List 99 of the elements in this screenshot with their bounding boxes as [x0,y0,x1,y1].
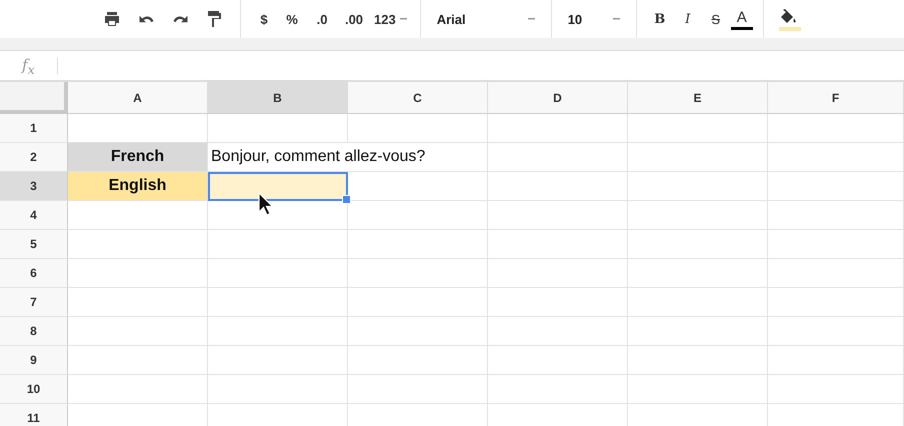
column-header[interactable]: A [68,82,208,114]
caret-icon [528,17,535,21]
table-cell[interactable] [628,114,768,143]
redo-icon [172,15,188,23]
table-cell[interactable] [768,172,904,201]
table-cell[interactable] [628,143,768,172]
table-cell[interactable] [768,346,904,375]
table-cell[interactable] [488,143,628,172]
table-cell[interactable] [488,114,628,143]
print-icon [102,9,122,29]
table-cell[interactable] [488,346,628,375]
row-header[interactable]: 7 [0,288,68,317]
table-cell[interactable] [208,172,348,201]
row-header[interactable]: 5 [0,230,68,259]
font-select[interactable]: Arial [430,6,541,32]
table-cell[interactable] [768,143,904,172]
decimal-button[interactable]: .00 [339,6,369,32]
row-header[interactable]: 8 [0,317,68,346]
table-cell[interactable] [208,346,348,375]
decimal-button[interactable]: .0 [307,6,337,32]
cell-text: Bonjour, comment allez-vous? [211,148,426,166]
table-cell[interactable] [628,317,768,346]
table-cell[interactable] [348,114,488,143]
table-cell[interactable]: French [68,143,208,172]
table-cell[interactable] [768,201,904,230]
italic-button[interactable]: I [674,6,701,32]
select-all-corner[interactable] [0,82,68,114]
caret-icon [612,17,620,21]
table-cell[interactable] [68,259,208,288]
table-cell[interactable] [68,346,208,375]
row-header[interactable]: 11 [0,404,68,426]
column-header[interactable]: C [348,82,488,114]
number-format-button[interactable]: 123 [371,6,410,32]
table-cell[interactable] [348,346,488,375]
table-cell[interactable] [68,288,208,317]
cell-text: French [110,148,164,166]
table-cell[interactable] [488,172,628,201]
table-cell[interactable] [488,317,628,346]
table-cell[interactable] [208,114,348,143]
table-cell[interactable] [68,201,208,230]
table-cell[interactable] [768,259,904,288]
table-cell[interactable] [768,288,904,317]
table-cell[interactable] [348,201,488,230]
table-cell[interactable] [68,230,208,259]
table-cell[interactable] [208,288,348,317]
table-cell[interactable] [208,230,348,259]
column-header[interactable]: F [768,82,904,114]
table-cell[interactable] [68,114,208,143]
table-cell[interactable] [628,346,768,375]
table-cell[interactable] [768,230,904,259]
table-cell[interactable] [488,230,628,259]
table-cell[interactable] [628,375,768,404]
table-cell[interactable]: English [68,172,208,201]
row-header[interactable]: 1 [0,114,68,143]
row-header[interactable]: 6 [0,259,68,288]
table-cell[interactable]: Bonjour, comment allez-vous? [208,143,488,172]
fill-handle[interactable] [342,195,351,204]
table-cell[interactable] [768,114,904,143]
table-cell[interactable] [348,317,488,346]
bold-button[interactable]: B [646,6,673,32]
table-cell[interactable] [628,259,768,288]
table-cell[interactable] [628,172,768,201]
row-header[interactable]: 2 [0,143,68,172]
table-cell[interactable] [348,172,488,201]
column-header[interactable]: D [488,82,628,114]
cell-text: English [108,177,166,195]
table-cell[interactable] [68,375,208,404]
table-cell[interactable] [348,259,488,288]
table-cell[interactable] [628,201,768,230]
format-button[interactable]: $ [251,6,277,32]
strikethrough-button[interactable]: S [702,6,729,32]
fill-color-icon [778,7,801,31]
table-cell[interactable] [348,375,488,404]
table-cell[interactable] [628,230,768,259]
table-cell[interactable] [488,375,628,404]
column-header[interactable]: E [628,82,768,114]
row-header[interactable]: 3 [0,172,68,201]
table-cell[interactable] [628,288,768,317]
row-header[interactable]: 9 [0,346,68,375]
table-cell[interactable] [488,201,628,230]
format-button[interactable]: % [279,6,305,32]
table-cell[interactable] [348,230,488,259]
column-header[interactable]: B [208,82,348,114]
text-color-button[interactable]: A [730,8,753,30]
size-select[interactable]: 10 [562,6,626,32]
undo-icon [138,15,154,23]
row-header[interactable]: 4 [0,201,68,230]
row-header[interactable]: 10 [0,375,68,404]
table-cell[interactable] [208,375,348,404]
table-cell[interactable] [488,288,628,317]
caret-icon [400,17,407,21]
table-cell[interactable] [768,375,904,404]
table-cell[interactable] [488,259,628,288]
table-cell[interactable] [208,201,348,230]
table-cell[interactable] [768,317,904,346]
table-cell[interactable] [208,317,348,346]
table-cell[interactable] [208,259,348,288]
table-cell[interactable] [68,317,208,346]
table-cell[interactable] [348,288,488,317]
